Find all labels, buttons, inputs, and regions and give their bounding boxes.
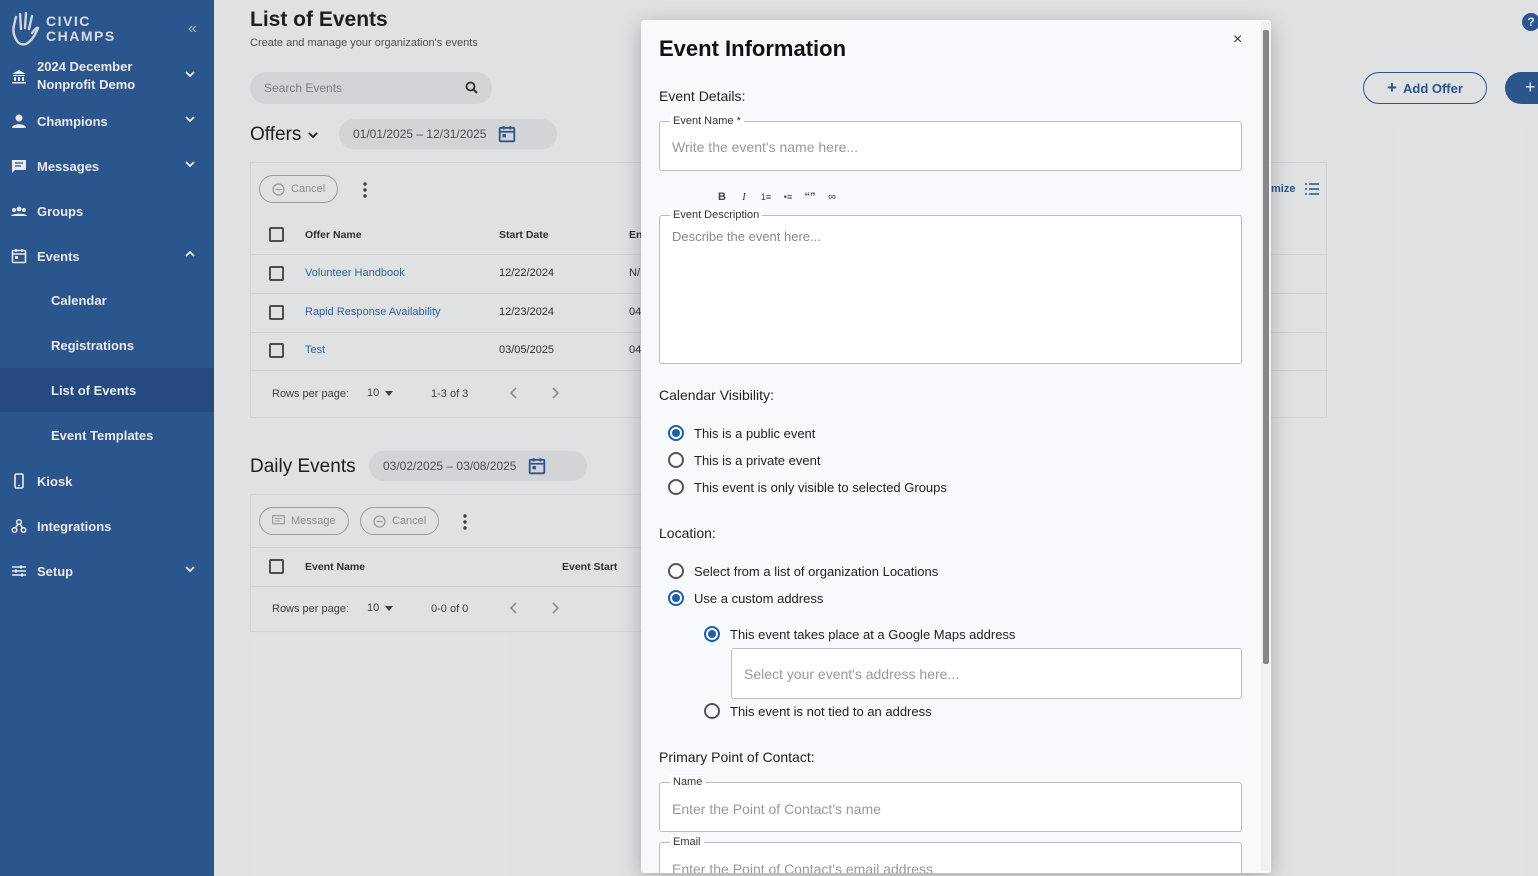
groups-only-radio[interactable]: This event is only visible to selected G… — [668, 479, 947, 495]
bullet-list-icon[interactable]: •≡ — [781, 192, 795, 202]
scrollbar-thumb[interactable] — [1263, 30, 1269, 664]
point-of-contact-heading: Primary Point of Contact: — [659, 749, 815, 765]
address-placeholder: Select your event's address here... — [744, 666, 960, 682]
contact-name-field[interactable]: Name Enter the Point of Contact's name — [659, 775, 1242, 832]
radio-label: Select from a list of organization Locat… — [694, 563, 939, 579]
quote-icon[interactable]: “” — [803, 191, 817, 203]
address-input[interactable]: Select your event's address here... — [731, 648, 1242, 699]
radio-label: This is a public event — [694, 425, 816, 441]
radio-label: This event takes place at a Google Maps … — [730, 626, 1016, 642]
event-name-label: Event Name * — [670, 114, 744, 128]
radio-button — [704, 703, 720, 719]
event-description-field[interactable]: Event Description Describe the event her… — [659, 208, 1242, 364]
close-icon[interactable]: × — [1233, 31, 1242, 49]
public-event-radio[interactable]: This is a public event — [668, 425, 815, 441]
radio-button — [668, 479, 684, 495]
contact-name-placeholder: Enter the Point of Contact's name — [672, 801, 881, 817]
event-description-label: Event Description — [670, 208, 763, 222]
radio-button-selected — [704, 626, 720, 642]
bold-icon[interactable]: B — [715, 191, 729, 203]
contact-name-label: Name — [670, 775, 706, 789]
contact-email-field[interactable]: Email Enter the Point of Contact's email… — [659, 835, 1242, 873]
rich-text-toolbar: B I 1≡ •≡ “” ∞ — [715, 191, 839, 203]
event-name-field[interactable]: Event Name * Write the event's name here… — [659, 114, 1242, 171]
contact-email-label: Email — [670, 835, 704, 849]
radio-button-selected — [668, 425, 684, 441]
google-maps-address-radio[interactable]: This event takes place at a Google Maps … — [704, 626, 1015, 642]
dialog-title: Event Information — [659, 36, 847, 61]
event-description-placeholder: Describe the event here... — [672, 229, 821, 244]
event-details-heading: Event Details: — [659, 88, 746, 104]
event-name-placeholder: Write the event's name here... — [672, 139, 859, 155]
contact-email-placeholder: Enter the Point of Contact's email addre… — [672, 861, 934, 873]
ordered-list-icon[interactable]: 1≡ — [759, 192, 773, 202]
private-event-radio[interactable]: This is a private event — [668, 452, 820, 468]
link-icon[interactable]: ∞ — [825, 191, 839, 203]
location-heading: Location: — [659, 525, 716, 541]
calendar-visibility-heading: Calendar Visibility: — [659, 387, 774, 403]
italic-icon[interactable]: I — [737, 191, 751, 203]
radio-label: This event is only visible to selected G… — [694, 479, 947, 495]
radio-button — [668, 563, 684, 579]
radio-button-selected — [668, 590, 684, 606]
organization-location-radio[interactable]: Select from a list of organization Locat… — [668, 563, 938, 579]
radio-button — [668, 452, 684, 468]
radio-label: Use a custom address — [694, 590, 824, 606]
event-information-dialog: Event Information × Event Details: Event… — [641, 20, 1271, 873]
radio-label: This event is not tied to an address — [730, 703, 932, 719]
no-address-radio[interactable]: This event is not tied to an address — [704, 703, 932, 719]
custom-address-radio[interactable]: Use a custom address — [668, 590, 823, 606]
radio-label: This is a private event — [694, 452, 821, 468]
